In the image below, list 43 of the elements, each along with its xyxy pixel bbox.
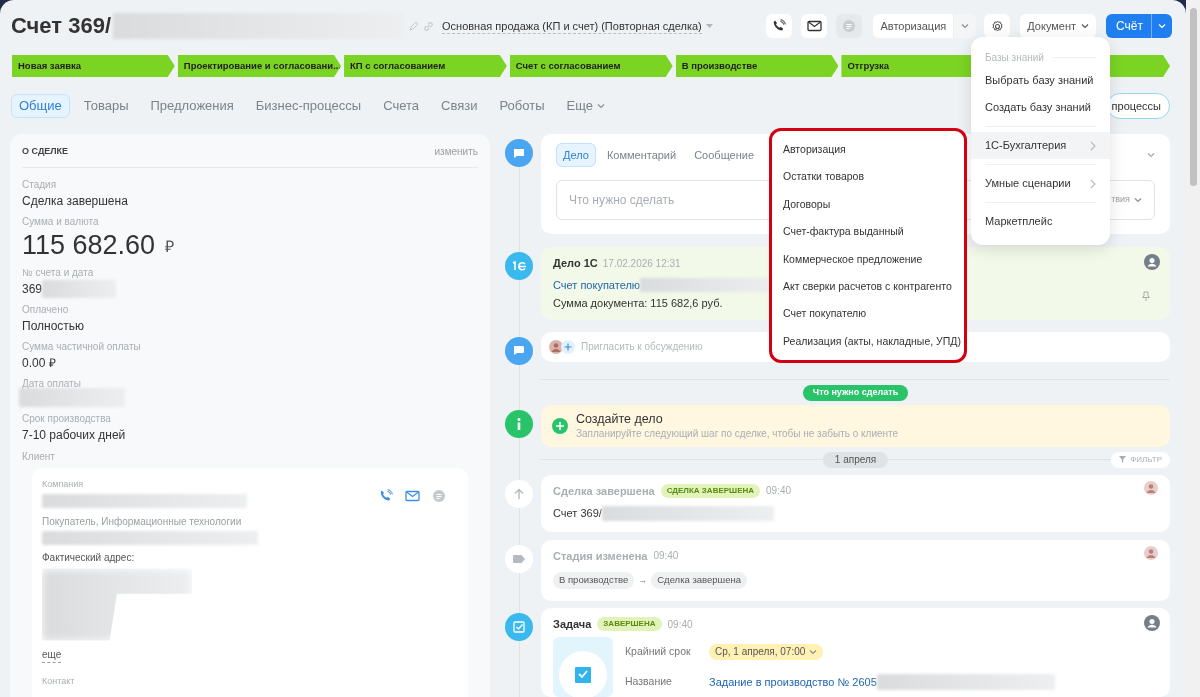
field-label: Клиент — [22, 450, 56, 464]
field-label: Дата оплаты — [22, 377, 82, 390]
field-value: Полностью — [22, 318, 85, 335]
field-label: Сумма и валюта — [22, 215, 100, 228]
stage-chip: Сделка завершена — [651, 572, 748, 589]
field-label: Срок производства — [22, 412, 112, 425]
arrow-text: → — [638, 573, 648, 587]
field-value: Сделка завершена — [22, 193, 128, 210]
event-title: Стадия изменена — [553, 548, 648, 564]
activity-title: Дело 1С — [553, 256, 598, 271]
field-label: Стадия — [22, 178, 58, 191]
amount-value: 115 682.60 — [22, 229, 156, 261]
client-category: Покупатель, Информационные технологии — [42, 514, 243, 529]
field-value: 7-10 рабочих дней — [22, 427, 126, 444]
event-text: Счет 369/ — [553, 506, 602, 521]
event-time: 09:40 — [766, 484, 792, 499]
field-label: № счета и дата — [22, 266, 95, 279]
activity-date: 17.02.2026 12:31 — [602, 256, 681, 271]
date-pill: 1 апреля — [822, 451, 889, 468]
field-label: Компания — [42, 478, 85, 491]
event-time: 09:40 — [653, 549, 679, 564]
status-badge: СДЕЛКА ЗАВЕРШЕНА — [660, 483, 761, 498]
stage-chip: В производстве — [553, 572, 635, 589]
invite-placeholder: Пригласить к обсуждению — [581, 340, 703, 354]
event-title: Сделка завершена — [553, 483, 655, 499]
document-sum: Сумма документа: 115 682,6 руб. — [553, 296, 723, 311]
page-title: Счет 369/ — [11, 15, 112, 37]
field-label: Название — [625, 674, 673, 690]
card-subtitle: Запланируйте следующий шаг по сделке, чтобы не забыть о клиенте — [576, 427, 899, 440]
card-title: Создайте дело — [576, 411, 664, 427]
panel-title: О СДЕЛКЕ — [22, 144, 69, 158]
field-value: 0.00 ₽ — [22, 355, 56, 372]
field-label: Крайний срок — [625, 643, 692, 659]
field-label: Контакт — [42, 674, 76, 688]
event-time: 09:40 — [667, 617, 693, 632]
todo-pill: Что нужно сделать — [802, 384, 909, 401]
status-badge: ЗАВЕРШЕНА — [597, 617, 662, 632]
field-value: 369 — [22, 281, 43, 298]
field-label: Сумма частичной оплаты — [22, 340, 142, 353]
address-label: Фактический адрес: — [42, 550, 136, 565]
event-title: Задача — [553, 617, 592, 632]
field-label: Оплачено — [22, 303, 70, 316]
currency-symbol: ₽ — [165, 237, 175, 257]
